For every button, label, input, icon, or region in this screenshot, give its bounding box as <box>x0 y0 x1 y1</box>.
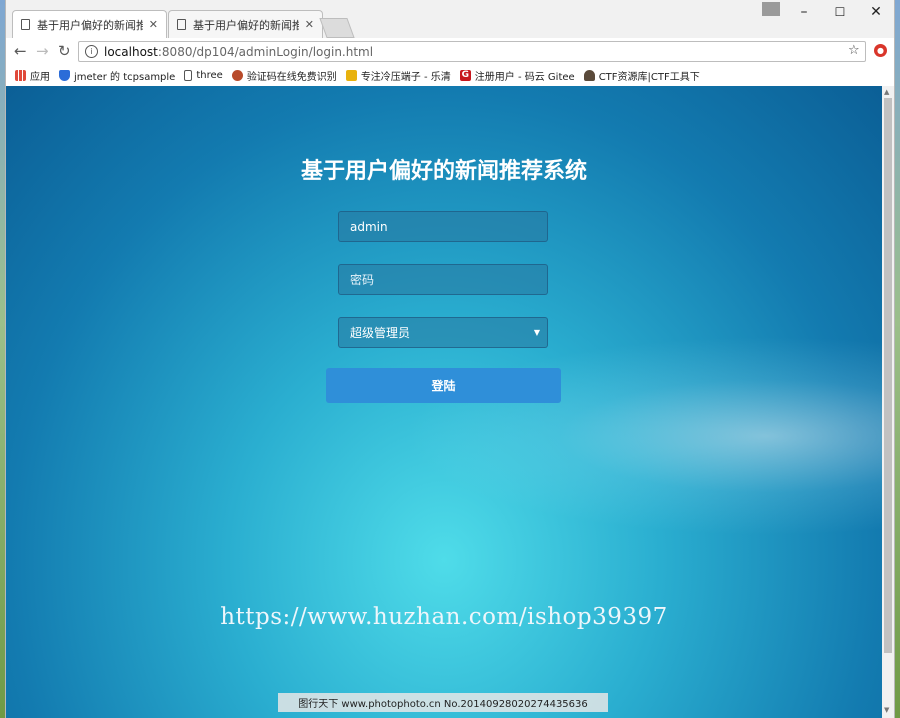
gitee-icon: G <box>459 69 471 81</box>
url-path: :8080/dp104/adminLogin/login.html <box>157 44 374 59</box>
dropdown-caret-icon: ▼ <box>533 328 540 337</box>
scroll-down-icon[interactable]: ▼ <box>884 706 889 714</box>
url-host: localhost <box>104 44 158 59</box>
close-window-icon[interactable]: ✕ <box>864 4 888 20</box>
password-input[interactable]: 密码 <box>338 264 548 295</box>
close-tab-icon[interactable]: ✕ <box>305 18 314 31</box>
page-icon <box>184 69 193 81</box>
apps-grid-icon <box>15 69 26 81</box>
bookmark-gitee[interactable]: G 注册用户 - 码云 Gitee <box>459 68 575 83</box>
page-viewport: 基于用户偏好的新闻推荐系统 admin 密码 超级管理员 ▼ 登陆 https:… <box>6 86 882 718</box>
bookmark-apps[interactable]: 应用 <box>15 68 50 83</box>
shield-icon <box>59 69 70 81</box>
address-toolbar: ← → ↻ i localhost:8080/dp104/adminLogin/… <box>6 38 894 65</box>
watermark-text: https://www.huzhan.com/ishop39397 <box>220 604 668 630</box>
page-title: 基于用户偏好的新闻推荐系统 <box>300 159 587 184</box>
browser-window: 基于用户偏好的新闻推荐 ✕ 基于用户偏好的新闻推荐 ✕ – ☐ ✕ ← → ↻ … <box>6 0 894 718</box>
bookmark-label: 验证码在线免费识别 <box>246 71 337 83</box>
page-scrollbar[interactable]: ▲ ▼ <box>882 86 894 718</box>
bookmark-star-icon[interactable]: ☆ <box>848 43 860 58</box>
photo-credit-banner: 图行天下 www.photophoto.cn No.20140928020274… <box>278 693 608 712</box>
bookmark-label: jmeter 的 tcpsample <box>74 71 176 83</box>
tab-title: 基于用户偏好的新闻推荐 <box>193 18 299 32</box>
extension-icon[interactable]: ● <box>874 44 887 57</box>
bookmark-three[interactable]: three <box>184 69 223 81</box>
forward-arrow-icon[interactable]: → <box>36 42 49 60</box>
badge-icon <box>345 69 357 81</box>
bookmark-label: three <box>196 69 223 81</box>
background-light-decoration <box>402 336 882 536</box>
address-bar[interactable]: i localhost:8080/dp104/adminLogin/login.… <box>78 41 866 62</box>
bookmarks-bar: 应用 jmeter 的 tcpsample three 验证码在线免费识别 专注… <box>6 64 894 86</box>
role-selected-value: 超级管理员 <box>350 326 411 340</box>
reload-icon[interactable]: ↻ <box>58 42 71 60</box>
login-button[interactable]: 登陆 <box>326 368 561 403</box>
bookmark-label: 应用 <box>30 71 50 83</box>
info-icon[interactable]: i <box>85 45 98 58</box>
page-icon <box>177 19 186 30</box>
user-icon <box>583 69 595 81</box>
bookmark-captcha[interactable]: 验证码在线免费识别 <box>231 68 337 83</box>
new-tab-button[interactable] <box>319 18 355 38</box>
back-arrow-icon[interactable]: ← <box>14 42 27 60</box>
page-icon <box>21 19 30 30</box>
maximize-icon[interactable]: ☐ <box>828 5 852 19</box>
minimize-icon[interactable]: – <box>792 4 816 20</box>
username-input[interactable]: admin <box>338 211 548 242</box>
bookmark-ctf[interactable]: CTF资源库|CTF工具下 <box>583 68 700 83</box>
bug-icon <box>231 69 243 81</box>
role-select[interactable]: 超级管理员 ▼ <box>338 317 548 348</box>
tab-strip: 基于用户偏好的新闻推荐 ✕ 基于用户偏好的新闻推荐 ✕ – ☐ ✕ <box>6 0 894 38</box>
scrollbar-thumb[interactable] <box>884 98 892 653</box>
tab-login-second[interactable]: 基于用户偏好的新闻推荐 ✕ <box>168 10 323 38</box>
bookmark-label: 专注冷压端子 - 乐清 <box>360 71 451 83</box>
bookmark-label: CTF资源库|CTF工具下 <box>598 71 700 83</box>
bookmark-label: 注册用户 - 码云 Gitee <box>474 71 575 83</box>
scroll-up-icon[interactable]: ▲ <box>884 88 889 96</box>
bookmark-terminal[interactable]: 专注冷压端子 - 乐清 <box>345 68 451 83</box>
close-tab-icon[interactable]: ✕ <box>149 18 158 31</box>
profile-icon[interactable] <box>762 2 780 16</box>
bookmark-jmeter[interactable]: jmeter 的 tcpsample <box>59 68 175 83</box>
tab-title: 基于用户偏好的新闻推荐 <box>37 18 143 32</box>
tab-login-active[interactable]: 基于用户偏好的新闻推荐 ✕ <box>12 10 167 38</box>
